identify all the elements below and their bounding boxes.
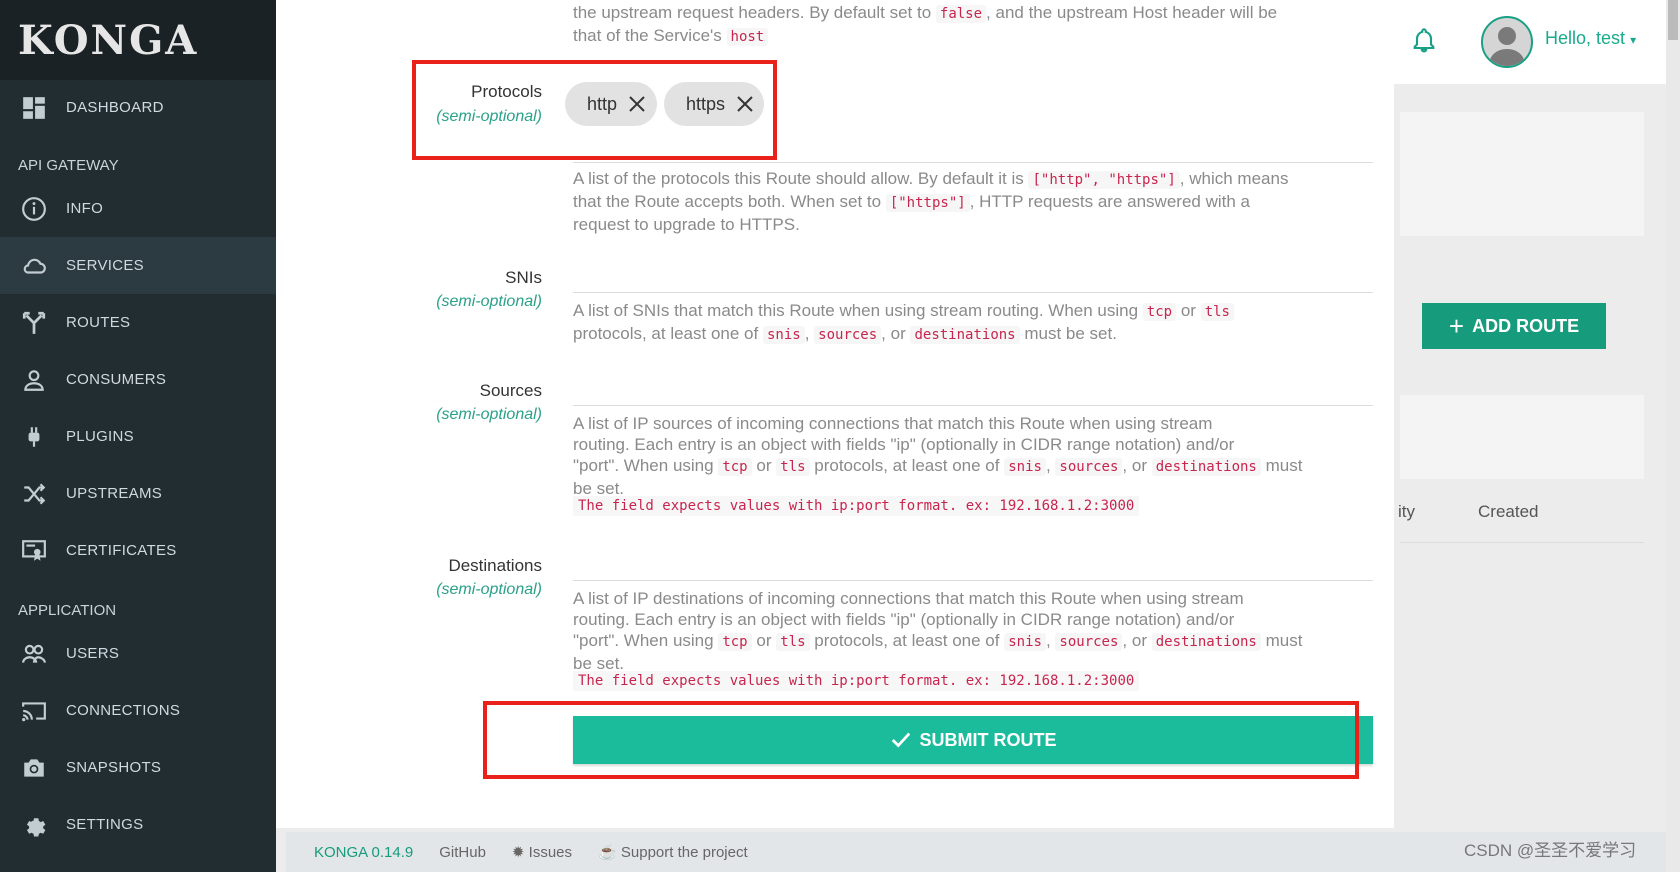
footer: KONGA 0.14.9 GitHub ✹ Issues ☕ Support t… [286, 832, 1666, 872]
caret-down-icon: ▾ [1630, 33, 1637, 47]
add-route-modal: the upstream request headers. By default… [276, 0, 1394, 828]
dashboard-icon [20, 94, 48, 122]
sidebar: KONGA DASHBOARD API GATEWAY INFO SERVICE… [0, 0, 276, 872]
sidebar-item-certificates[interactable]: CERTIFICATES [0, 522, 276, 579]
sidebar-item-settings[interactable]: SETTINGS [0, 796, 276, 853]
user-icon [20, 366, 48, 394]
sidebar-item-label: CONNECTIONS [66, 702, 181, 719]
destinations-input[interactable] [573, 580, 1373, 581]
hosts-help-text: the upstream request headers. By default… [573, 3, 1278, 46]
footer-version: KONGA 0.14.9 [314, 843, 414, 861]
sidebar-item-users[interactable]: USERS [0, 625, 276, 682]
sidebar-item-plugins[interactable]: PLUGINS [0, 408, 276, 465]
greeting-text: Hello, test [1545, 28, 1626, 48]
destinations-error-text: The field expects values with ip:port fo… [573, 671, 1140, 691]
plus-icon: + [1448, 310, 1465, 341]
protocols-help-text: A list of the protocols this Route shoul… [573, 169, 1289, 234]
highlight-box [483, 701, 1359, 779]
highlight-box [412, 60, 777, 160]
notifications-bell-icon[interactable] [1410, 26, 1438, 56]
bug-icon: ✹ [511, 844, 525, 861]
sidebar-item-label: UPSTREAMS [66, 485, 163, 502]
sources-label: Sources [479, 381, 542, 400]
destinations-help-text: A list of IP destinations of incoming co… [573, 589, 1303, 673]
table-header-partial: ity [1398, 502, 1415, 521]
background-panel [1400, 395, 1644, 479]
sidebar-item-label: SNAPSHOTS [66, 759, 162, 776]
sidebar-item-label: SERVICES [66, 257, 144, 274]
add-route-label: ADD ROUTE [1472, 315, 1580, 336]
sidebar-item-label: ROUTES [66, 314, 131, 331]
watermark: CSDN @圣圣不爱学习 [1464, 841, 1637, 860]
sidebar-item-label: CONSUMERS [66, 371, 167, 388]
routes-icon [20, 309, 48, 337]
sidebar-section-application: APPLICATION [18, 602, 117, 619]
table-header-created[interactable]: Created [1478, 502, 1538, 522]
background-panel [1400, 112, 1644, 236]
footer-issues-label: Issues [528, 844, 573, 861]
coffee-icon: ☕ [598, 844, 617, 861]
shuffle-icon [20, 480, 48, 508]
sidebar-item-label: INFO [66, 200, 104, 217]
sidebar-item-services[interactable]: SERVICES [0, 237, 276, 294]
page-scrollbar[interactable] [1666, 0, 1680, 872]
snis-label: SNIs [505, 268, 542, 287]
sidebar-item-info[interactable]: INFO [0, 180, 276, 237]
sources-help-text: A list of IP sources of incoming connect… [573, 414, 1303, 498]
sidebar-item-routes[interactable]: ROUTES [0, 294, 276, 351]
destinations-optional-note: (semi-optional) [436, 581, 542, 598]
add-route-button[interactable]: + ADD ROUTE [1422, 303, 1606, 349]
snis-optional-note: (semi-optional) [436, 293, 542, 310]
certificate-icon [20, 537, 48, 565]
camera-icon [20, 754, 48, 782]
page-scrollbar-thumb[interactable] [1668, 0, 1678, 40]
sidebar-section-api-gateway: API GATEWAY [18, 157, 119, 174]
sidebar-item-consumers[interactable]: CONSUMERS [0, 351, 276, 408]
user-menu[interactable]: Hello, test ▾ [1545, 28, 1636, 49]
footer-support-label: Support the project [620, 844, 748, 861]
cloud-icon [20, 252, 48, 280]
sidebar-item-label: SETTINGS [66, 816, 144, 833]
sources-optional-note: (semi-optional) [436, 406, 542, 423]
info-icon [20, 195, 48, 223]
footer-support-link[interactable]: ☕ Support the project [598, 843, 748, 861]
sidebar-item-connections[interactable]: CONNECTIONS [0, 682, 276, 739]
cast-icon [20, 697, 48, 725]
footer-issues-link[interactable]: ✹ Issues [512, 843, 572, 861]
sidebar-item-label: PLUGINS [66, 428, 134, 445]
sources-input[interactable] [573, 405, 1373, 406]
app-logo[interactable]: KONGA [0, 0, 276, 80]
sidebar-item-dashboard[interactable]: DASHBOARD [0, 81, 276, 134]
sidebar-item-label: CERTIFICATES [66, 542, 177, 559]
plug-icon [20, 423, 48, 451]
sidebar-item-upstreams[interactable]: UPSTREAMS [0, 465, 276, 522]
sources-error-text: The field expects values with ip:port fo… [573, 496, 1140, 516]
sidebar-item-label: USERS [66, 645, 120, 662]
divider [1400, 542, 1644, 543]
users-icon [20, 640, 48, 668]
snis-input[interactable] [573, 292, 1373, 293]
destinations-label: Destinations [448, 556, 542, 575]
user-avatar[interactable] [1481, 16, 1533, 68]
gear-icon [20, 811, 48, 839]
footer-github-link[interactable]: GitHub [439, 844, 486, 861]
sidebar-item-label: DASHBOARD [66, 99, 164, 116]
sidebar-item-snapshots[interactable]: SNAPSHOTS [0, 739, 276, 796]
protocols-input-underline[interactable] [573, 162, 1373, 163]
snis-help-text: A list of SNIs that match this Route whe… [573, 300, 1373, 346]
